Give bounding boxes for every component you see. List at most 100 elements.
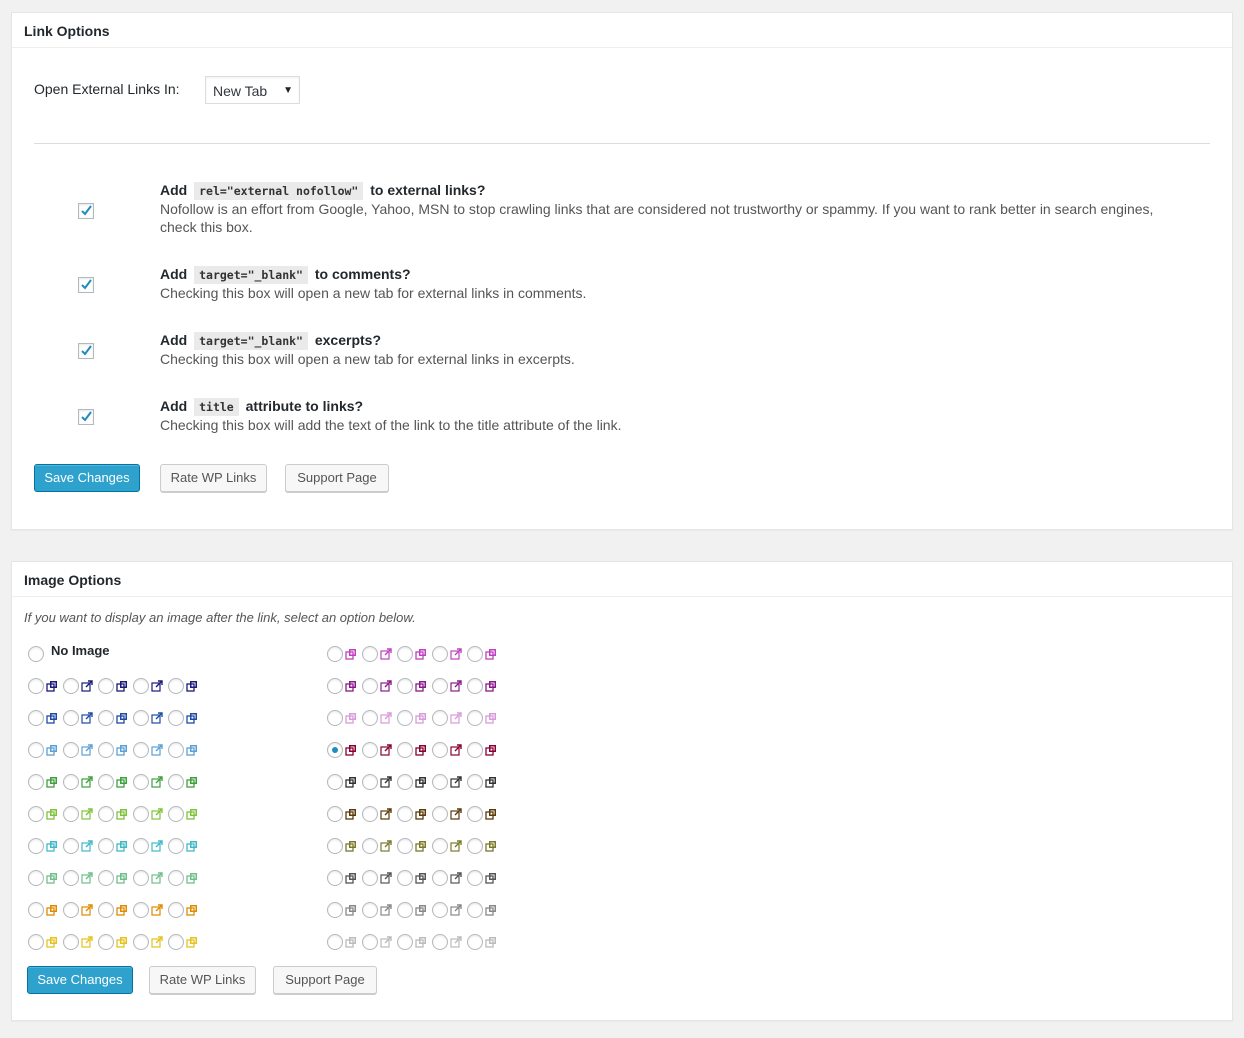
left-row-9-radio-1[interactable] [28, 934, 44, 950]
right-row-10-radio-5[interactable] [467, 934, 483, 950]
right-row-3-radio-5[interactable] [467, 710, 483, 726]
left-row-5-radio-2[interactable] [63, 806, 79, 822]
left-row-9-radio-4[interactable] [133, 934, 149, 950]
right-row-6-radio-2[interactable] [362, 806, 378, 822]
left-row-7-radio-4[interactable] [133, 870, 149, 886]
left-row-2-radio-1[interactable] [28, 710, 44, 726]
right-row-1-radio-4[interactable] [432, 646, 448, 662]
left-row-9-radio-3[interactable] [98, 934, 114, 950]
right-row-9-radio-5[interactable] [467, 902, 483, 918]
save-changes-button-2[interactable]: Save Changes [27, 966, 133, 994]
right-row-8-radio-5[interactable] [467, 870, 483, 886]
right-row-2-radio-2[interactable] [362, 678, 378, 694]
right-row-5-radio-5[interactable] [467, 774, 483, 790]
left-row-3-radio-5[interactable] [168, 742, 184, 758]
title-attribute-checkbox[interactable] [78, 409, 94, 425]
right-row-1-radio-2[interactable] [362, 646, 378, 662]
right-row-7-radio-2[interactable] [362, 838, 378, 854]
left-row-6-radio-2[interactable] [63, 838, 79, 854]
right-row-4-radio-1[interactable] [327, 742, 343, 758]
left-row-5-radio-4[interactable] [133, 806, 149, 822]
left-row-5-radio-3[interactable] [98, 806, 114, 822]
left-row-9-radio-2[interactable] [63, 934, 79, 950]
right-row-10-radio-1[interactable] [327, 934, 343, 950]
left-row-7-radio-5[interactable] [168, 870, 184, 886]
right-row-2-radio-5[interactable] [467, 678, 483, 694]
right-row-7-radio-4[interactable] [432, 838, 448, 854]
right-row-8-radio-4[interactable] [432, 870, 448, 886]
right-row-1-radio-1[interactable] [327, 646, 343, 662]
left-row-6-radio-5[interactable] [168, 838, 184, 854]
right-row-2-radio-4[interactable] [432, 678, 448, 694]
left-row-6-radio-3[interactable] [98, 838, 114, 854]
left-row-8-radio-3[interactable] [98, 902, 114, 918]
right-row-5-radio-3[interactable] [397, 774, 413, 790]
right-row-3-radio-4[interactable] [432, 710, 448, 726]
nofollow-checkbox[interactable] [78, 203, 94, 219]
comments-blank-checkbox[interactable] [78, 277, 94, 293]
right-row-9-radio-3[interactable] [397, 902, 413, 918]
left-row-8-radio-1[interactable] [28, 902, 44, 918]
right-row-4-radio-5[interactable] [467, 742, 483, 758]
right-row-3-radio-2[interactable] [362, 710, 378, 726]
right-row-4-radio-3[interactable] [397, 742, 413, 758]
left-row-3-radio-2[interactable] [63, 742, 79, 758]
left-row-4-radio-1[interactable] [28, 774, 44, 790]
left-row-8-radio-5[interactable] [168, 902, 184, 918]
right-row-4-radio-4[interactable] [432, 742, 448, 758]
left-row-4-radio-2[interactable] [63, 774, 79, 790]
right-row-5-radio-2[interactable] [362, 774, 378, 790]
support-page-button-2[interactable]: Support Page [273, 966, 377, 994]
left-row-3-radio-1[interactable] [28, 742, 44, 758]
left-row-7-radio-3[interactable] [98, 870, 114, 886]
right-row-9-radio-2[interactable] [362, 902, 378, 918]
right-row-1-radio-3[interactable] [397, 646, 413, 662]
open-external-select[interactable]: New Tab ▼ [205, 76, 300, 104]
right-row-5-radio-4[interactable] [432, 774, 448, 790]
left-row-8-radio-4[interactable] [133, 902, 149, 918]
right-row-5-radio-1[interactable] [327, 774, 343, 790]
right-row-6-radio-1[interactable] [327, 806, 343, 822]
left-row-8-radio-2[interactable] [63, 902, 79, 918]
left-row-1-radio-3[interactable] [98, 678, 114, 694]
right-row-7-radio-5[interactable] [467, 838, 483, 854]
rate-wp-links-button-2[interactable]: Rate WP Links [149, 966, 256, 994]
right-row-6-radio-5[interactable] [467, 806, 483, 822]
left-row-6-radio-4[interactable] [133, 838, 149, 854]
left-row-5-radio-5[interactable] [168, 806, 184, 822]
left-row-4-radio-5[interactable] [168, 774, 184, 790]
right-row-7-radio-1[interactable] [327, 838, 343, 854]
right-row-3-radio-1[interactable] [327, 710, 343, 726]
left-row-1-radio-2[interactable] [63, 678, 79, 694]
save-changes-button[interactable]: Save Changes [34, 464, 140, 492]
left-row-3-radio-3[interactable] [98, 742, 114, 758]
left-row-3-radio-4[interactable] [133, 742, 149, 758]
left-row-1-radio-1[interactable] [28, 678, 44, 694]
left-row-2-radio-4[interactable] [133, 710, 149, 726]
left-row-2-radio-5[interactable] [168, 710, 184, 726]
right-row-6-radio-3[interactable] [397, 806, 413, 822]
left-row-6-radio-1[interactable] [28, 838, 44, 854]
right-row-2-radio-3[interactable] [397, 678, 413, 694]
right-row-6-radio-4[interactable] [432, 806, 448, 822]
right-row-4-radio-2[interactable] [362, 742, 378, 758]
left-row-4-radio-4[interactable] [133, 774, 149, 790]
right-row-8-radio-1[interactable] [327, 870, 343, 886]
left-row-9-radio-5[interactable] [168, 934, 184, 950]
right-row-10-radio-3[interactable] [397, 934, 413, 950]
right-row-10-radio-2[interactable] [362, 934, 378, 950]
left-row-7-radio-1[interactable] [28, 870, 44, 886]
right-row-3-radio-3[interactable] [397, 710, 413, 726]
left-row-5-radio-1[interactable] [28, 806, 44, 822]
right-row-8-radio-3[interactable] [397, 870, 413, 886]
no-image-radio[interactable] [28, 646, 44, 662]
right-row-2-radio-1[interactable] [327, 678, 343, 694]
right-row-1-radio-5[interactable] [467, 646, 483, 662]
left-row-2-radio-2[interactable] [63, 710, 79, 726]
right-row-9-radio-1[interactable] [327, 902, 343, 918]
left-row-1-radio-5[interactable] [168, 678, 184, 694]
support-page-button[interactable]: Support Page [285, 464, 389, 492]
left-row-4-radio-3[interactable] [98, 774, 114, 790]
right-row-7-radio-3[interactable] [397, 838, 413, 854]
left-row-1-radio-4[interactable] [133, 678, 149, 694]
